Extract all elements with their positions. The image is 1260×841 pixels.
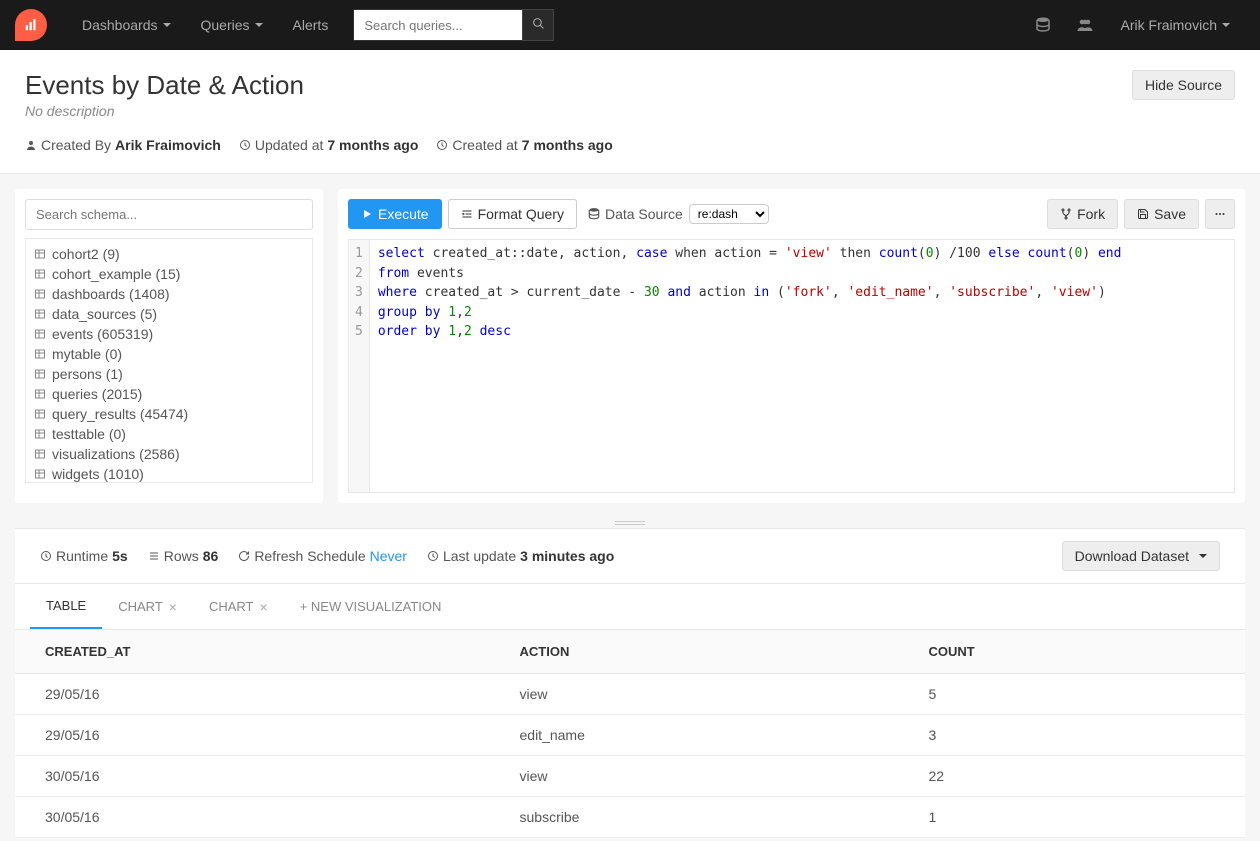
save-icon	[1137, 208, 1149, 220]
page-header: Events by Date & Action No description H…	[0, 50, 1260, 174]
refresh-icon	[238, 550, 250, 562]
indent-icon	[461, 208, 473, 220]
table-row: 29/05/16edit_name3	[15, 715, 1245, 756]
datasources-icon[interactable]	[1022, 16, 1064, 34]
table-row: 29/05/16view5	[15, 674, 1245, 715]
list-icon	[148, 550, 160, 562]
clock-icon	[436, 139, 448, 151]
navbar: Dashboards Queries Alerts Arik Fraimovic…	[0, 0, 1260, 50]
schema-item[interactable]: queries (2015)	[34, 384, 304, 404]
nav-user-menu[interactable]: Arik Fraimovich	[1106, 17, 1245, 33]
line-gutter: 12345	[349, 240, 370, 492]
schema-item[interactable]: mytable (0)	[34, 344, 304, 364]
schema-item[interactable]: testtable (0)	[34, 424, 304, 444]
tab-table[interactable]: TABLE	[30, 584, 102, 629]
schema-item[interactable]: persons (1)	[34, 364, 304, 384]
play-icon	[361, 208, 373, 220]
table-icon	[34, 288, 46, 300]
tab-chart-1[interactable]: CHART×	[102, 584, 193, 629]
user-icon	[25, 139, 37, 151]
schema-item[interactable]: events (605319)	[34, 324, 304, 344]
col-header[interactable]: ACTION	[490, 630, 899, 674]
created-by: Created By Arik Fraimovich	[25, 137, 221, 153]
table-icon	[34, 308, 46, 320]
col-header[interactable]: COUNT	[899, 630, 1246, 674]
clock-icon	[427, 550, 439, 562]
nav-queries[interactable]: Queries	[186, 17, 278, 33]
table-icon	[34, 408, 46, 420]
table-icon	[34, 248, 46, 260]
drag-handle[interactable]	[0, 518, 1260, 528]
schema-list: cohort2 (9) cohort_example (15) dashboar…	[25, 238, 313, 483]
schedule-link[interactable]: Never	[370, 548, 407, 564]
caret-icon	[1199, 554, 1207, 558]
tab-chart-2[interactable]: CHART×	[193, 584, 284, 629]
search-input[interactable]	[353, 9, 523, 41]
caret-icon	[255, 23, 263, 27]
schema-panel: cohort2 (9) cohort_example (15) dashboar…	[15, 189, 323, 503]
col-header[interactable]: CREATED_AT	[15, 630, 490, 674]
runtime: Runtime 5s	[40, 548, 128, 564]
nav-search	[353, 9, 554, 41]
code-area[interactable]: select created_at::date, action, case wh…	[370, 240, 1234, 492]
results-table: CREATED_AT ACTION COUNT 29/05/16view5 29…	[15, 630, 1245, 838]
nav-dashboards[interactable]: Dashboards	[67, 17, 186, 33]
close-icon[interactable]: ×	[260, 599, 268, 615]
users-icon[interactable]	[1064, 16, 1106, 34]
save-button[interactable]: Save	[1124, 199, 1199, 229]
table-icon	[34, 388, 46, 400]
updated-at: Updated at 7 months ago	[239, 137, 419, 153]
schema-search-input[interactable]	[25, 199, 313, 230]
datasource-label: Data Source	[587, 206, 683, 222]
schema-item[interactable]: query_results (45474)	[34, 404, 304, 424]
table-icon	[34, 448, 46, 460]
app-logo[interactable]	[15, 9, 47, 41]
schema-item[interactable]: cohort2 (9)	[34, 244, 304, 264]
results-container: TABLE CHART× CHART× + NEW VISUALIZATION …	[15, 584, 1245, 838]
clock-icon	[40, 550, 52, 562]
query-editor[interactable]: 12345 select created_at::date, action, c…	[348, 239, 1235, 493]
schema-item[interactable]: widgets (1010)	[34, 464, 304, 483]
datasource-select[interactable]: re:dash	[689, 204, 769, 224]
caret-icon	[163, 23, 171, 27]
table-row: 30/05/16view22	[15, 756, 1245, 797]
ellipsis-icon	[1214, 208, 1226, 220]
execute-button[interactable]: Execute	[348, 199, 442, 229]
search-button[interactable]	[522, 9, 554, 41]
clock-icon	[239, 139, 251, 151]
table-icon	[34, 348, 46, 360]
table-icon	[34, 468, 46, 480]
description[interactable]: No description	[25, 103, 304, 119]
close-icon[interactable]: ×	[169, 599, 177, 615]
schema-item[interactable]: data_sources (5)	[34, 304, 304, 324]
table-icon	[34, 428, 46, 440]
tab-new-visualization[interactable]: + NEW VISUALIZATION	[284, 584, 458, 629]
hide-source-button[interactable]: Hide Source	[1132, 70, 1235, 100]
schema-item[interactable]: cohort_example (15)	[34, 264, 304, 284]
results-bar: Runtime 5s Rows 86 Refresh Schedule Neve…	[15, 528, 1245, 584]
schema-item[interactable]: visualizations (2586)	[34, 444, 304, 464]
table-icon	[34, 268, 46, 280]
more-button[interactable]	[1205, 199, 1235, 229]
editor-panel: Execute Format Query Data Source re:dash…	[338, 189, 1245, 503]
created-at: Created at 7 months ago	[436, 137, 612, 153]
nav-alerts[interactable]: Alerts	[278, 17, 344, 33]
page-title: Events by Date & Action	[25, 70, 304, 101]
fork-icon	[1060, 208, 1072, 220]
last-update: Last update 3 minutes ago	[427, 548, 614, 564]
caret-icon	[1222, 23, 1230, 27]
database-icon	[587, 207, 601, 221]
table-icon	[34, 368, 46, 380]
format-query-button[interactable]: Format Query	[448, 199, 577, 229]
row-count: Rows 86	[148, 548, 219, 564]
refresh-schedule: Refresh Schedule Never	[238, 548, 407, 564]
schema-item[interactable]: dashboards (1408)	[34, 284, 304, 304]
visualization-tabs: TABLE CHART× CHART× + NEW VISUALIZATION	[15, 584, 1245, 630]
table-row: 30/05/16subscribe1	[15, 797, 1245, 838]
download-dataset-button[interactable]: Download Dataset	[1062, 541, 1220, 571]
fork-button[interactable]: Fork	[1047, 199, 1118, 229]
table-icon	[34, 328, 46, 340]
